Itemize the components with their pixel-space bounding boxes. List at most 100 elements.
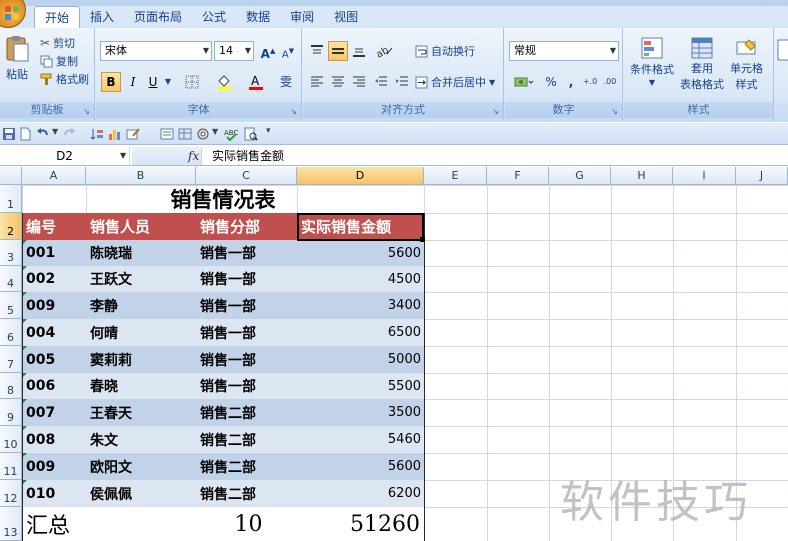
table-cell[interactable]: 009 (22, 453, 87, 481)
currency-button[interactable] (509, 72, 539, 92)
table-cell[interactable]: 3400 (297, 292, 425, 320)
table-cell[interactable]: 侯佩佩 (86, 480, 197, 508)
merge-center-button[interactable]: 合并后居中 ▼ (415, 74, 495, 90)
column-header-e[interactable]: E (424, 167, 487, 185)
total-count-cell[interactable]: 10 (196, 507, 298, 541)
align-right-button[interactable] (349, 72, 369, 92)
column-header-j[interactable]: J (736, 167, 788, 185)
spell-check-icon[interactable]: ABC (224, 127, 238, 141)
tab-page-layout[interactable]: 页面布局 (124, 6, 192, 28)
align-left-button[interactable] (307, 72, 327, 92)
table-cell[interactable]: 王春天 (86, 399, 197, 427)
table-cell[interactable]: 销售二部 (196, 399, 298, 427)
italic-button[interactable]: I (123, 72, 143, 92)
dialog-launcher-icon[interactable]: ↘ (491, 107, 500, 116)
cell-styles-button[interactable]: 单元格 样式 (730, 36, 763, 92)
row-header-12[interactable]: 12 (0, 480, 22, 507)
table-cell[interactable]: 5600 (297, 240, 425, 267)
table-cell[interactable]: 5460 (297, 426, 425, 454)
row-header-3[interactable]: 3 (0, 240, 22, 266)
table-cell[interactable]: 004 (22, 319, 87, 347)
sheet-title[interactable]: 销售情况表 (23, 186, 423, 213)
table-cell[interactable]: 何晴 (86, 319, 197, 347)
table-cell[interactable]: 销售一部 (196, 240, 298, 267)
underline-button[interactable]: U (143, 72, 163, 92)
table-header-cell[interactable]: 编号 (22, 213, 87, 241)
table-icon[interactable] (178, 127, 192, 141)
table-cell[interactable]: 010 (22, 480, 87, 508)
table-cell[interactable]: 002 (22, 266, 87, 293)
table-cell[interactable]: 窦莉莉 (86, 346, 197, 374)
row-header-4[interactable]: 4 (0, 266, 22, 292)
sort-icon[interactable] (90, 127, 104, 141)
table-cell[interactable]: 欧阳文 (86, 453, 197, 481)
print-preview-icon[interactable] (244, 127, 258, 141)
bold-button[interactable]: B (101, 72, 121, 92)
wrap-text-button[interactable]: 自动换行 (415, 43, 475, 59)
row-header-2[interactable]: 2 (0, 213, 22, 240)
align-middle-button[interactable] (328, 41, 348, 61)
column-header-i[interactable]: I (673, 167, 736, 185)
table-cell[interactable]: 销售二部 (196, 453, 298, 481)
total-sum-cell[interactable]: 51260 (297, 507, 425, 541)
table-cell[interactable]: 3500 (297, 399, 425, 427)
table-cell[interactable]: 销售二部 (196, 426, 298, 454)
table-cell[interactable]: 销售一部 (196, 292, 298, 320)
increase-indent-button[interactable] (392, 72, 412, 92)
comma-button[interactable]: , (561, 72, 581, 92)
decrease-indent-button[interactable] (371, 72, 391, 92)
dialog-launcher-icon[interactable]: ↘ (82, 107, 91, 116)
formula-input[interactable]: 实际销售金额 (212, 147, 284, 165)
office-button[interactable] (0, 0, 26, 28)
table-cell[interactable]: 春晓 (86, 373, 197, 400)
new-document-icon[interactable] (18, 127, 32, 141)
tab-insert[interactable]: 插入 (80, 6, 124, 28)
chevron-down-icon[interactable]: ▼ (212, 127, 218, 136)
align-center-button[interactable] (328, 72, 348, 92)
fill-color-button[interactable] (210, 72, 240, 92)
select-all-corner[interactable] (0, 167, 22, 185)
column-header-c[interactable]: C (196, 167, 297, 185)
column-header-g[interactable]: G (549, 167, 611, 185)
table-header-cell[interactable]: 销售分部 (196, 213, 298, 241)
row-header-6[interactable]: 6 (0, 319, 22, 346)
row-header-11[interactable]: 11 (0, 453, 22, 480)
table-cell[interactable]: 008 (22, 426, 87, 454)
grow-font-button[interactable]: A▲ (258, 41, 278, 61)
table-cell[interactable]: 4500 (297, 266, 425, 293)
tab-view[interactable]: 视图 (324, 6, 368, 28)
table-header-cell[interactable]: 销售人员 (86, 213, 197, 241)
insert-function-icon[interactable]: fx (188, 147, 199, 165)
table-cell[interactable]: 001 (22, 240, 87, 267)
total-label-cell[interactable]: 汇总 (22, 507, 87, 541)
phonetic-button[interactable]: 雯 (274, 72, 298, 92)
table-cell[interactable]: 006 (22, 373, 87, 400)
table-cell[interactable]: 销售一部 (196, 266, 298, 293)
column-header-d[interactable]: D (297, 167, 424, 185)
table-cell[interactable]: 销售一部 (196, 373, 298, 400)
customize-qat-icon[interactable]: ▾ (266, 126, 271, 136)
table-cell[interactable]: 销售一部 (196, 346, 298, 374)
edit-icon[interactable] (126, 127, 140, 141)
decrease-decimal-button[interactable]: .00 (601, 72, 619, 92)
cut-button[interactable]: ✂ 剪切 (40, 35, 75, 51)
increase-decimal-button[interactable]: +.0 (581, 72, 599, 92)
tab-review[interactable]: 审阅 (280, 6, 324, 28)
chevron-down-icon[interactable]: ▼ (52, 127, 58, 136)
table-cell[interactable]: 陈晓瑞 (86, 240, 197, 267)
tools-icon[interactable] (196, 127, 210, 141)
row-header-5[interactable]: 5 (0, 292, 22, 319)
align-top-button[interactable] (307, 41, 327, 61)
tab-formulas[interactable]: 公式 (192, 6, 236, 28)
column-header-f[interactable]: F (487, 167, 549, 185)
redo-icon[interactable] (62, 127, 76, 141)
table-cell[interactable]: 005 (22, 346, 87, 374)
font-color-button[interactable]: A (242, 72, 270, 92)
table-cell[interactable]: 5500 (297, 373, 425, 400)
save-icon[interactable] (2, 127, 16, 141)
column-header-h[interactable]: H (611, 167, 673, 185)
undo-icon[interactable] (36, 127, 50, 141)
font-name-combo[interactable]: 宋体 ▼ (100, 41, 212, 61)
table-cell[interactable]: 销售二部 (196, 480, 298, 508)
table-cell[interactable]: 王跃文 (86, 266, 197, 293)
